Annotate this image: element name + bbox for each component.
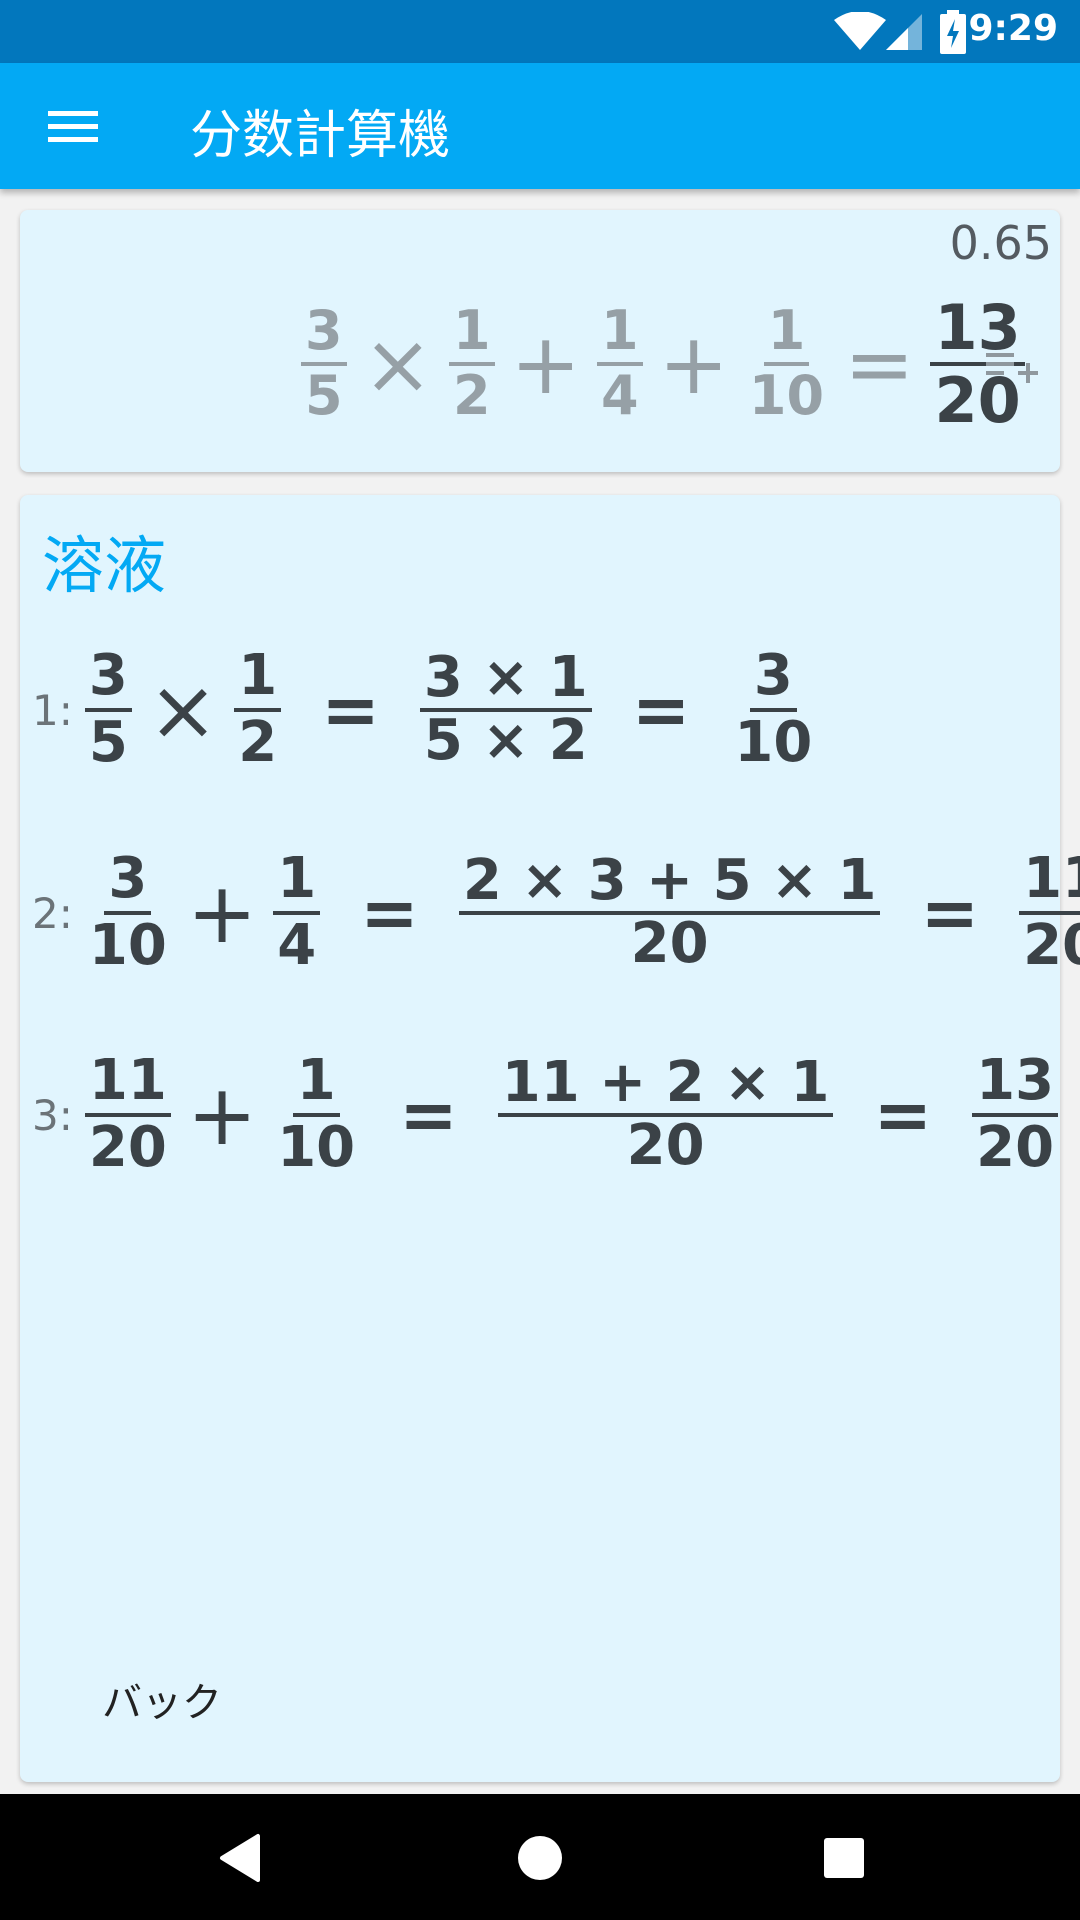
numerator: 1 <box>596 303 643 366</box>
fraction[interactable]: 1 2 <box>448 303 495 427</box>
denominator: 4 <box>600 364 639 427</box>
status-bar: 9:29 <box>0 0 1080 63</box>
clock: 9:29 <box>968 8 1058 49</box>
denominator: 5 <box>88 710 128 775</box>
work-fraction: 11 + 2 × 1 20 <box>497 1053 834 1178</box>
fraction: 1 2 <box>234 646 282 775</box>
denominator: 20 <box>976 1115 1055 1180</box>
home-nav-icon[interactable] <box>510 1828 570 1888</box>
recents-nav-icon[interactable] <box>814 1828 874 1888</box>
equals-operator: = <box>321 669 380 751</box>
expression: 3 5 × 1 2 + 1 4 + 1 10 = 13 20 <box>295 294 1031 434</box>
decimal-result: 0.65 <box>949 216 1052 270</box>
numerator: 13 <box>972 1051 1059 1117</box>
app-bar: 分数計算機 <box>0 63 1080 189</box>
denominator: 2 <box>452 364 491 427</box>
numerator: 11 <box>84 1051 171 1117</box>
numerator: 1 <box>448 303 495 366</box>
result-fraction: 13 20 <box>972 1051 1059 1180</box>
fraction: 3 5 <box>84 646 132 775</box>
fraction[interactable]: 3 5 <box>301 303 347 424</box>
denominator: 10 <box>734 710 813 775</box>
plus-operator: + <box>658 315 729 413</box>
fraction: 11 20 <box>84 1051 171 1180</box>
equals-operator: = <box>920 872 980 954</box>
equals-operator: = <box>844 315 915 413</box>
solution-step: 3: 11 20 + 1 10 = 11 + 2 × 1 20 = 13 20 <box>32 1045 1064 1185</box>
equals-operator: = <box>360 872 419 954</box>
wifi-icon <box>834 12 886 50</box>
result-fraction: 11 20 <box>1019 849 1080 978</box>
numerator: 3 <box>104 849 152 915</box>
work-fraction: 2 × 3 + 5 × 1 20 <box>458 851 881 976</box>
solution-step: 1: 3 5 × 1 2 = 3 × 1 5 × 2 = 3 10 <box>32 640 822 780</box>
back-button[interactable]: バック <box>102 1670 222 1728</box>
step-index: 1: <box>32 685 73 735</box>
plus-operator: + <box>186 1066 258 1164</box>
expression-card: 0.65 3 5 × 1 2 + 1 4 + 1 10 = 13 20 <box>20 210 1060 472</box>
numerator: 2 × 3 + 5 × 1 <box>458 851 881 915</box>
battery-charging-icon <box>940 10 966 54</box>
app-title: 分数計算機 <box>190 106 451 166</box>
plus-operator: + <box>186 864 258 962</box>
multiply-operator: × <box>147 661 219 759</box>
cell-signal-icon <box>886 14 922 50</box>
numerator: 11 + 2 × 1 <box>497 1053 834 1117</box>
step-index: 3: <box>32 1090 73 1140</box>
numerator: 11 <box>1019 849 1080 915</box>
result-fraction: 3 10 <box>730 646 816 775</box>
equals-operator: = <box>873 1074 933 1156</box>
denominator: 20 <box>1023 913 1080 978</box>
denominator: 5 <box>305 364 343 427</box>
solution-card: 溶液 1: 3 5 × 1 2 = 3 × 1 5 × 2 = 3 10 2: … <box>20 495 1080 1782</box>
numerator: 3 × 1 <box>419 648 592 712</box>
denominator: 20 <box>626 1113 705 1178</box>
denominator: 2 <box>238 710 278 775</box>
equals-operator: = <box>399 1074 458 1156</box>
solution-title: 溶液 <box>42 529 167 602</box>
menu-icon[interactable] <box>36 99 108 153</box>
fraction: 1 10 <box>273 1051 359 1180</box>
plus-operator: + <box>510 315 581 413</box>
numerator: 1 <box>273 849 321 915</box>
equals-operator: = <box>631 669 691 751</box>
fraction[interactable]: 1 4 <box>596 303 643 427</box>
denominator: 10 <box>748 364 825 427</box>
numerator: 3 <box>301 303 347 366</box>
denominator: 10 <box>88 913 167 978</box>
denominator: 20 <box>88 1115 167 1180</box>
denominator: 20 <box>630 911 709 976</box>
solution-step: 2: 3 10 + 1 4 = 2 × 3 + 5 × 1 20 = 11 20 <box>32 843 1080 983</box>
fraction: 1 4 <box>273 849 321 978</box>
denominator: 4 <box>277 913 317 978</box>
numerator: 1 <box>292 1051 340 1117</box>
numerator: 1 <box>234 646 282 712</box>
numerator: 3 <box>84 646 132 712</box>
numerator: 3 <box>749 646 797 712</box>
step-index: 2: <box>32 888 73 938</box>
denominator: 10 <box>277 1115 356 1180</box>
multiply-operator: × <box>362 315 433 413</box>
numerator: 1 <box>763 303 810 366</box>
work-fraction: 3 × 1 5 × 2 <box>419 648 592 773</box>
add-to-list-icon[interactable] <box>982 345 1042 395</box>
navigation-bar <box>0 1794 1080 1920</box>
fraction: 3 10 <box>85 849 171 978</box>
back-nav-icon[interactable] <box>210 1828 270 1888</box>
denominator: 5 × 2 <box>423 708 588 773</box>
fraction[interactable]: 1 10 <box>745 303 828 424</box>
